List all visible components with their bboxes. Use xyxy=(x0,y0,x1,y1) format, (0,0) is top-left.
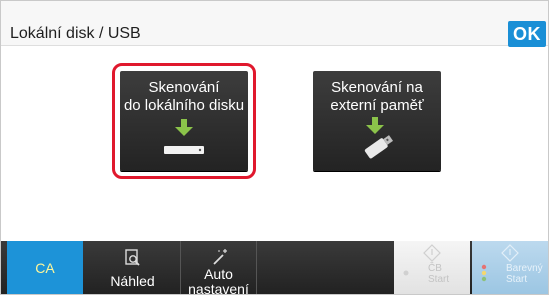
start-diamond-icon xyxy=(423,244,441,262)
tile-label-line2: externí paměť xyxy=(330,97,424,114)
magic-wand-icon xyxy=(213,249,227,265)
auto-settings-line2: nastavení xyxy=(188,281,249,295)
ok-button[interactable]: OK xyxy=(508,21,546,47)
preview-icon xyxy=(125,249,140,266)
header-bar: Lokální disk / USB OK xyxy=(1,1,548,47)
tile-label: Skenování do lokálního disku xyxy=(120,79,248,115)
download-to-disk-icon xyxy=(164,119,204,154)
tile-label-line1: Skenování na xyxy=(331,79,423,96)
bw-start-button[interactable]: ČB Start xyxy=(394,241,470,294)
bw-start-label: ČB Start xyxy=(428,263,478,285)
preview-button[interactable]: Náhled xyxy=(85,241,181,294)
auto-settings-line1: Auto xyxy=(204,266,233,282)
tile-label: Skenování na externí paměť xyxy=(313,79,441,115)
color-start-line1: Barevný xyxy=(506,263,543,274)
bw-indicator-icon xyxy=(403,270,409,276)
tile-label-line2: do lokálního disku xyxy=(123,97,245,114)
tile-label-line1: Skenování xyxy=(148,79,220,96)
color-start-label: Barevný Start xyxy=(506,263,548,285)
bw-start-line1: ČB xyxy=(428,263,442,274)
start-diamond-icon xyxy=(501,244,519,262)
auto-settings-label: Auto nastavení xyxy=(181,267,256,295)
auto-settings-button[interactable]: Auto nastavení xyxy=(181,241,257,294)
scan-to-external-memory-tile[interactable]: Skenování na externí paměť xyxy=(313,71,441,171)
scan-to-local-disk-tile[interactable]: Skenování do lokálního disku xyxy=(120,71,248,171)
color-start-button[interactable]: Barevný Start xyxy=(472,241,548,294)
page-title: Lokální disk / USB xyxy=(10,25,141,42)
screen: Lokální disk / USB OK Skenování do lokál… xyxy=(0,0,549,295)
color-start-line2: Start xyxy=(506,274,528,285)
preview-label: Náhled xyxy=(110,273,155,289)
bw-start-line2: Start xyxy=(428,274,450,285)
color-indicator-icon xyxy=(481,264,487,282)
download-to-usb-icon xyxy=(364,117,394,159)
clear-all-button[interactable]: CA xyxy=(7,241,83,294)
